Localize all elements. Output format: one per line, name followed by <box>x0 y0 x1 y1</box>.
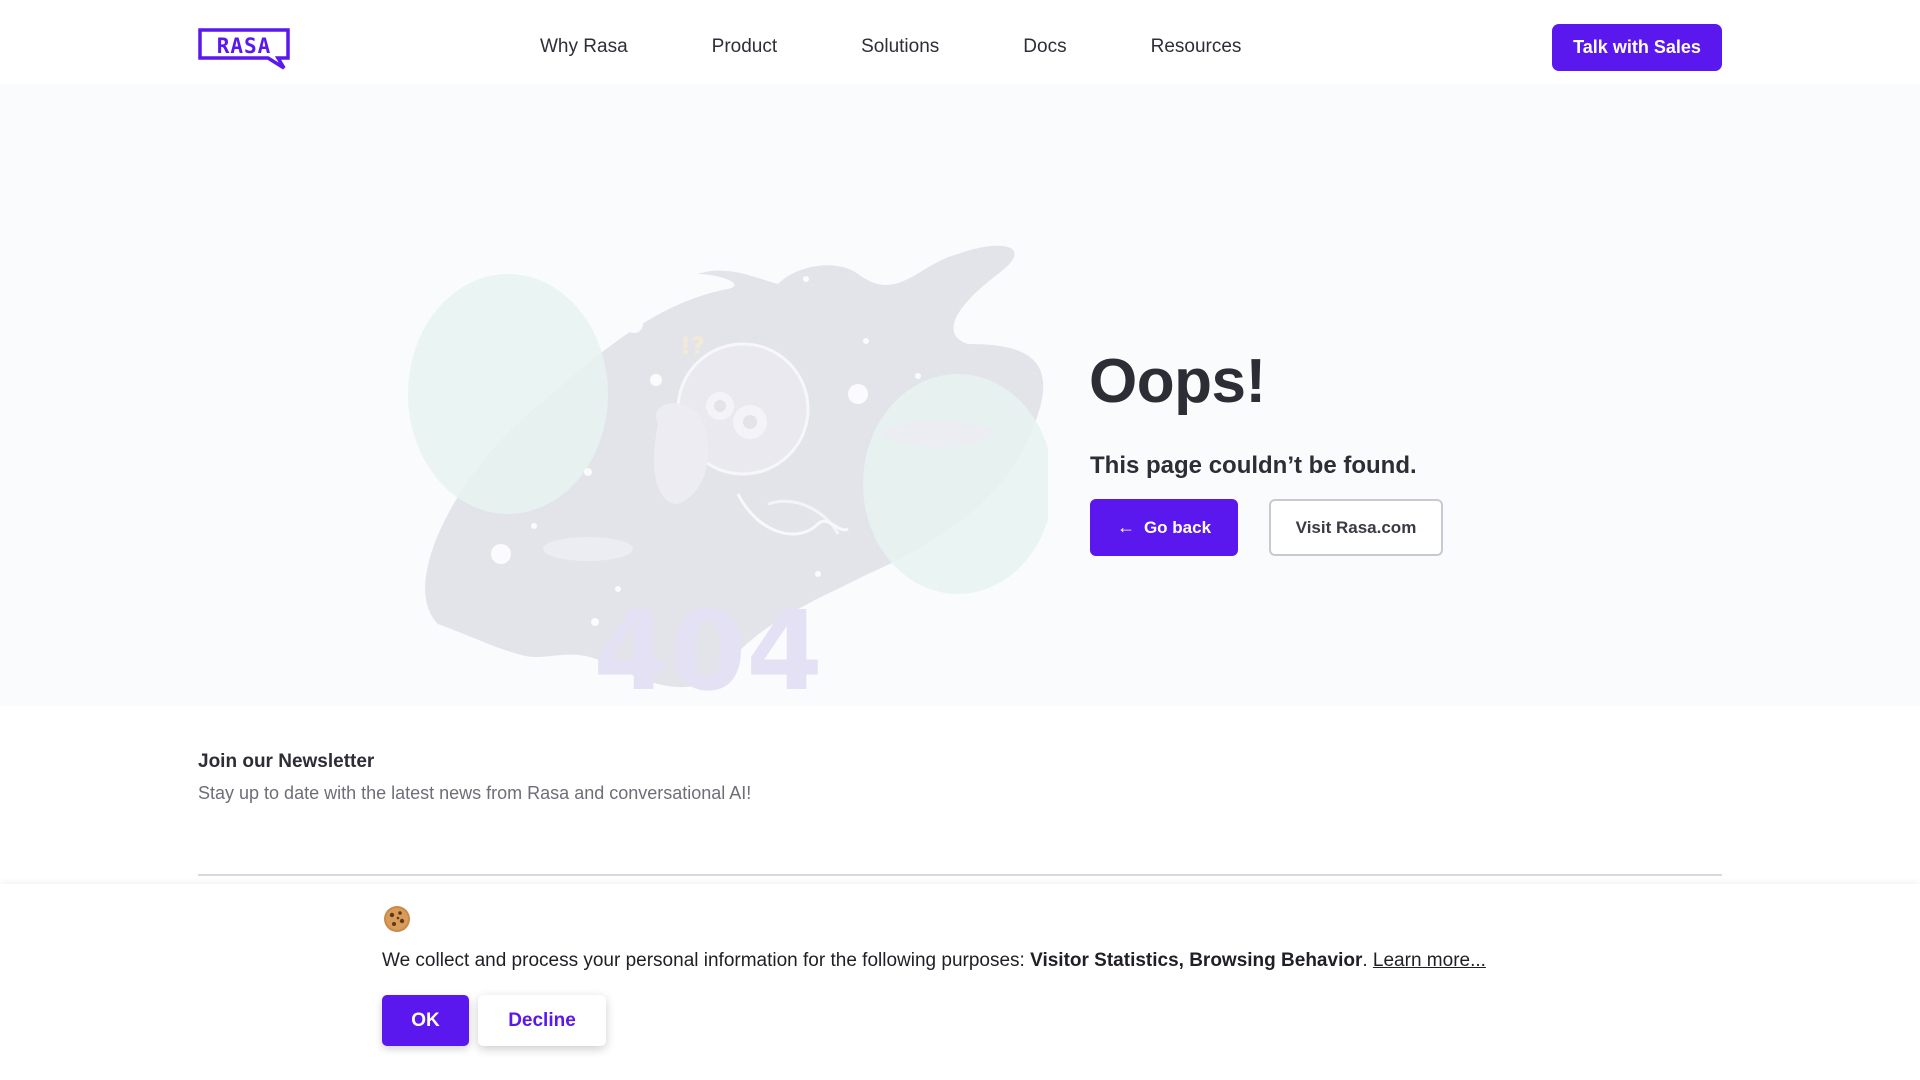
nav-resources[interactable]: Resources <box>1151 36 1242 58</box>
cookie-text-suffix: . <box>1362 950 1373 971</box>
site-header: RASA Why Rasa Product Solutions Docs Res… <box>0 0 1920 84</box>
page-title: Oops! <box>1089 347 1266 416</box>
cookie-purposes: Visitor Statistics, Browsing Behavior <box>1030 950 1363 971</box>
hero-section: !? 404 Oops! This page couldn’t be found… <box>0 84 1920 714</box>
nav-product[interactable]: Product <box>712 36 777 58</box>
cookie-decline-button[interactable]: Decline <box>478 995 606 1046</box>
astronaut-404-illustration: !? 404 <box>408 245 1048 714</box>
nav-docs[interactable]: Docs <box>1023 36 1066 58</box>
cookie-ok-button[interactable]: OK <box>382 995 469 1046</box>
svg-text:!?: !? <box>680 332 705 360</box>
talk-with-sales-button[interactable]: Talk with Sales <box>1552 24 1722 71</box>
newsletter-subtitle: Stay up to date with the latest news fro… <box>198 783 752 803</box>
divider <box>198 874 1722 876</box>
nav-solutions[interactable]: Solutions <box>861 36 939 58</box>
logo-text: RASA <box>217 34 272 58</box>
cookie-text-prefix: We collect and process your personal inf… <box>382 950 1031 971</box>
go-back-button[interactable]: ← Go back <box>1090 499 1238 556</box>
nav-why-rasa[interactable]: Why Rasa <box>540 36 628 58</box>
go-back-label: Go back <box>1143 517 1212 537</box>
arrow-left-icon: ← <box>1116 517 1135 537</box>
learn-more-link[interactable]: Learn more... <box>1373 950 1486 971</box>
visit-rasa-button[interactable]: Visit Rasa.com <box>1269 499 1443 556</box>
cookie-banner: We collect and process your personal inf… <box>0 884 1920 1080</box>
main-nav: Why Rasa Product Solutions Docs Resource… <box>540 0 1241 94</box>
page-subtitle: This page couldn’t be found. <box>1090 452 1417 479</box>
cookie-icon <box>384 906 410 932</box>
rasa-logo[interactable]: RASA <box>198 28 290 70</box>
illustration-404-text: 404 <box>593 587 823 714</box>
newsletter-title: Join our Newsletter <box>198 751 375 772</box>
cookie-message: We collect and process your personal inf… <box>382 950 1486 972</box>
